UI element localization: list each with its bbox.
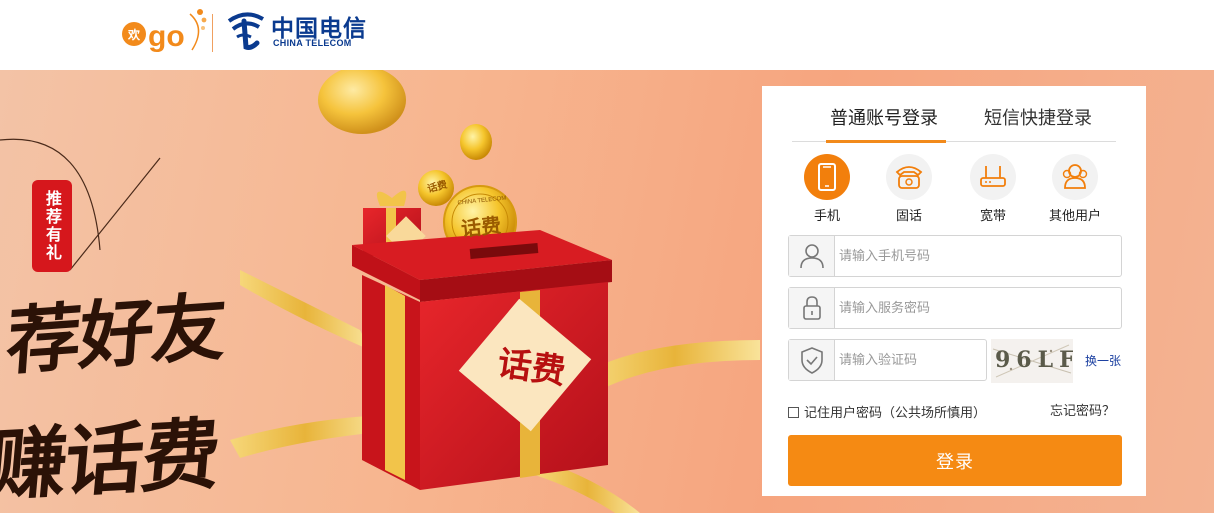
brand-name-en: CHINA TELECOM	[273, 38, 352, 48]
lock-icon	[803, 296, 821, 320]
promo-tag: 推荐有礼	[32, 180, 72, 272]
promo-slogan-line-1: 荐好友	[3, 284, 228, 386]
forgot-password-link[interactable]: 忘记密码？	[1050, 400, 1115, 419]
user-type-mobile[interactable]: 手机	[792, 154, 862, 224]
user-type-landline[interactable]: 固话	[874, 154, 944, 224]
remember-password-checkbox[interactable]: 记住用户密码（公共场所慎用）	[788, 402, 986, 421]
login-panel: 普通账号登录 短信快捷登录 手机 固话 宽带 其他用户 请输入手机号码 请输入验…	[762, 86, 1146, 496]
phone-input[interactable]	[839, 236, 1109, 276]
user-type-mobile-label: 手机	[813, 209, 840, 224]
mobile-phone-icon	[818, 163, 836, 191]
router-icon	[980, 166, 1006, 187]
svg-text:go: go	[148, 20, 185, 53]
tab-sms-login[interactable]: 短信快捷登录	[984, 104, 1092, 130]
remember-password-label: 记住用户密码（公共场所慎用）	[804, 406, 987, 421]
captcha-text: 96LF	[995, 347, 1073, 373]
huango-logo[interactable]: 欢 go	[120, 6, 212, 58]
tab-account-login[interactable]: 普通账号登录	[830, 104, 938, 130]
svg-text:欢: 欢	[127, 27, 141, 42]
active-tab-underline	[826, 140, 946, 143]
user-type-broadband-label: 宽带	[979, 209, 1006, 224]
captcha-input[interactable]	[839, 340, 979, 380]
china-telecom-logo[interactable]: 中国电信 CHINA TELECOM	[223, 7, 373, 55]
users-icon	[1062, 164, 1088, 189]
captcha-field	[788, 339, 987, 381]
checkbox-box[interactable]	[788, 407, 799, 418]
site-header: 欢 go 中国电信 CHINA TELECOM	[0, 0, 1214, 70]
logo-divider	[212, 14, 213, 52]
refresh-captcha-link[interactable]: 换一张	[1085, 352, 1121, 369]
user-type-landline-label: 固话	[895, 209, 922, 224]
user-type-other-label: 其他用户	[1048, 209, 1101, 224]
china-telecom-emblem-icon	[227, 12, 265, 50]
shield-check-icon	[801, 347, 823, 374]
password-input[interactable]	[839, 288, 1109, 328]
login-button[interactable]: 登录	[788, 435, 1122, 486]
user-type-selector: 手机 固话 宽带 其他用户	[792, 154, 1116, 224]
user-icon	[800, 244, 824, 269]
user-type-broadband[interactable]: 宽带	[958, 154, 1028, 224]
password-field	[788, 287, 1122, 329]
login-tabs: 普通账号登录 短信快捷登录	[792, 86, 1116, 143]
phone-field	[788, 235, 1122, 277]
user-type-other[interactable]: 其他用户	[1040, 154, 1110, 224]
promo-slogan-line-2: 赚话费	[0, 409, 223, 512]
captcha-image[interactable]: 96LF	[991, 339, 1073, 383]
landline-phone-icon	[895, 166, 923, 189]
